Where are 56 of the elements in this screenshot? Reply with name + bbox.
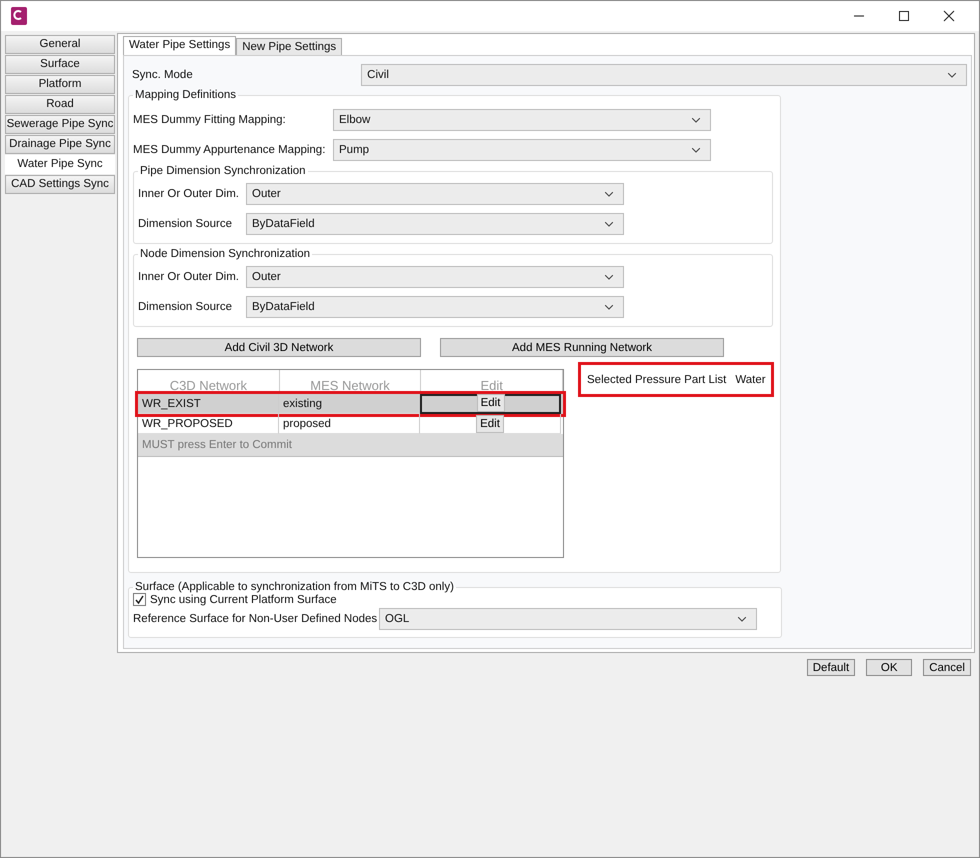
field-label: Inner Or Outer Dim. xyxy=(138,188,240,200)
field-label: Dimension Source xyxy=(138,218,233,230)
sidebar-tab[interactable]: Surface xyxy=(5,55,115,74)
dropdown[interactable]: ByDataField xyxy=(246,296,624,318)
field-label: Dimension Source xyxy=(138,301,233,313)
close-icon[interactable] xyxy=(943,10,955,22)
dialog-button[interactable]: OK xyxy=(866,659,912,676)
caret-icon xyxy=(738,616,746,622)
dropdown[interactable]: Civil xyxy=(361,64,967,86)
group-title: Node Dimension Synchronization xyxy=(139,248,312,260)
sidebar-tab[interactable]: Sewerage Pipe Sync xyxy=(5,115,115,134)
caret-icon xyxy=(605,304,613,310)
dropdown[interactable]: OGL xyxy=(379,608,757,630)
dropdown[interactable]: Elbow xyxy=(333,109,711,131)
add-network-button[interactable]: Add MES Running Network xyxy=(440,338,724,357)
group-title: Pipe Dimension Synchronization xyxy=(139,165,307,177)
group-title: Surface (Applicable to synchronization from MiTS to C3D only) xyxy=(134,581,455,593)
caret-icon xyxy=(605,222,613,226)
maximize-icon[interactable] xyxy=(898,10,910,22)
field-label: Inner Or Outer Dim. xyxy=(138,271,240,283)
dialog-button[interactable]: Cancel xyxy=(923,659,971,676)
caret-icon xyxy=(948,72,956,78)
add-network-button[interactable]: Add Civil 3D Network xyxy=(137,338,421,357)
edit-button[interactable]: Edit xyxy=(476,415,504,433)
dropdown[interactable]: Outer xyxy=(246,183,624,205)
caret-icon xyxy=(605,274,613,280)
tab[interactable]: Water Pipe Settings xyxy=(123,36,236,55)
dialog-button[interactable]: Default xyxy=(806,659,856,676)
table-cell: WR_EXIST xyxy=(138,394,279,414)
sidebar-tab[interactable]: Platform xyxy=(5,75,115,94)
table-cell: existing xyxy=(279,394,420,414)
checkbox[interactable] xyxy=(133,593,146,606)
field-label: Sync. Mode xyxy=(131,69,194,81)
dropdown[interactable]: ByDataField xyxy=(246,213,624,235)
sidebar-tab[interactable]: Drainage Pipe Sync xyxy=(5,135,115,154)
edit-button[interactable]: Edit xyxy=(476,394,504,412)
group-title: Mapping Definitions xyxy=(134,89,238,101)
field-label: MES Dummy Appurtenance Mapping: xyxy=(133,144,326,156)
dropdown[interactable]: Outer xyxy=(246,266,624,288)
field-value: Water xyxy=(735,374,766,386)
app-logo-icon xyxy=(11,7,27,25)
table-row[interactable]: WR_EXIST existing Edit xyxy=(138,394,563,414)
checkbox-label: Sync using Current Platform Surface xyxy=(150,594,337,606)
caret-icon xyxy=(605,192,613,196)
sidebar-tab[interactable]: General xyxy=(5,35,115,54)
field-label: Selected Pressure Part List xyxy=(587,374,726,386)
field-label: MES Dummy Fitting Mapping: xyxy=(133,114,287,126)
sidebar-tab[interactable]: Water Pipe Sync xyxy=(5,155,115,174)
dropdown[interactable]: Pump xyxy=(333,139,711,161)
tab[interactable]: New Pipe Settings xyxy=(236,38,342,55)
caret-icon xyxy=(692,118,700,122)
new-row-hint: MUST press Enter to Commit xyxy=(138,434,563,457)
sidebar-tab[interactable]: CAD Settings Sync xyxy=(5,175,115,194)
field-label: Reference Surface for Non-User Defined Nodes xyxy=(133,613,378,625)
sidebar-tab[interactable]: Road xyxy=(5,95,115,114)
caret-icon xyxy=(692,148,700,152)
